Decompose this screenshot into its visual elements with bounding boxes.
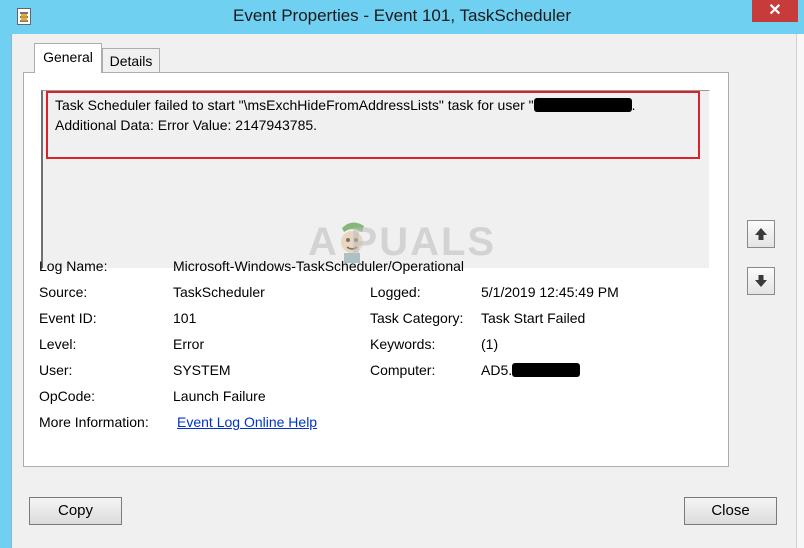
arrow-down-icon: [755, 275, 767, 287]
task-category-value: Task Start Failed: [481, 310, 586, 326]
title-bar[interactable]: Event Properties - Event 101, TaskSchedu…: [0, 0, 804, 34]
user-label: User:: [39, 362, 73, 378]
log-name-value: Microsoft-Windows-TaskScheduler/Operatio…: [173, 258, 464, 274]
more-information-label: More Information:: [39, 414, 149, 430]
next-event-button[interactable]: [747, 267, 775, 295]
close-button[interactable]: Close: [684, 497, 777, 525]
event-id-value: 101: [173, 310, 197, 326]
event-properties-window: Event Properties - Event 101, TaskSchedu…: [0, 0, 804, 548]
source-label: Source:: [39, 284, 88, 300]
dialog-body: Details General Task Scheduler failed to…: [11, 34, 804, 548]
log-name-label: Log Name:: [39, 258, 108, 274]
opcode-label: OpCode:: [39, 388, 96, 404]
copy-button[interactable]: Copy: [29, 497, 122, 525]
description-line2: Additional Data: Error Value: 2147943785…: [55, 117, 318, 133]
user-value: SYSTEM: [173, 362, 231, 378]
opcode-value: Launch Failure: [173, 388, 266, 404]
keywords-value: (1): [481, 336, 499, 352]
redacted-user: [533, 98, 632, 112]
previous-event-button[interactable]: [747, 220, 775, 248]
background-window-edge: [796, 34, 804, 548]
event-id-label: Event ID:: [39, 310, 97, 326]
logged-value: 5/1/2019 12:45:49 PM: [481, 284, 619, 300]
event-description: Task Scheduler failed to start "\msExchH…: [55, 95, 705, 135]
event-log-help-link[interactable]: Event Log Online Help: [177, 414, 317, 430]
tab-general[interactable]: General: [34, 43, 102, 73]
computer-label: Computer:: [370, 362, 436, 378]
description-line1: Task Scheduler failed to start "\msExchH…: [55, 97, 534, 113]
redacted-computer: [512, 363, 581, 377]
task-category-label: Task Category:: [370, 310, 464, 326]
keywords-label: Keywords:: [370, 336, 436, 352]
window-close-button[interactable]: ✕: [752, 0, 798, 22]
logged-label: Logged:: [370, 284, 421, 300]
level-label: Level:: [39, 336, 77, 352]
level-value: Error: [173, 336, 205, 352]
window-title: Event Properties - Event 101, TaskSchedu…: [233, 6, 571, 25]
source-value: TaskScheduler: [173, 284, 265, 300]
tab-details[interactable]: Details: [102, 48, 160, 73]
arrow-up-icon: [755, 228, 767, 240]
computer-value: AD5.: [481, 362, 581, 378]
description-line1-end: .: [631, 97, 636, 113]
computer-value-prefix: AD5.: [481, 362, 513, 378]
